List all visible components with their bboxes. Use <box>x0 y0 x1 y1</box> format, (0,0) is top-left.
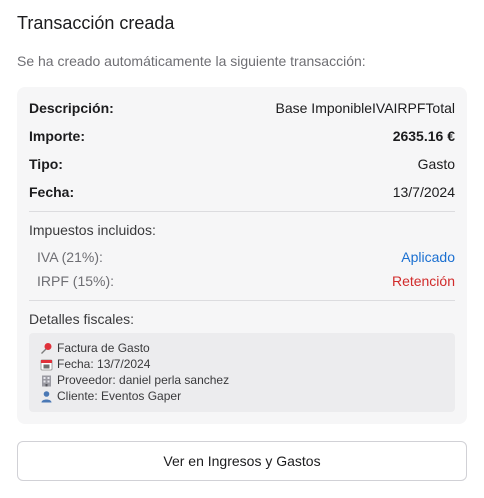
type-value: Gasto <box>417 156 455 172</box>
fiscal-line-text: Cliente: Eventos Gaper <box>57 389 182 403</box>
tax-name: IVA (21%): <box>37 249 103 265</box>
fiscal-details-box: Factura de Gasto Fecha: 13/7/2024 Provee… <box>29 333 455 412</box>
type-row: Tipo: Gasto <box>29 154 455 174</box>
person-icon <box>39 389 53 403</box>
tax-row-irpf: IRPF (15%): Retención <box>37 271 455 291</box>
description-row: Descripción: Base ImponibleIVAIRPFTotal <box>29 98 455 118</box>
tax-name: IRPF (15%): <box>37 273 115 289</box>
fiscal-heading: Detalles fiscales: <box>29 311 135 327</box>
transaction-details-card: Descripción: Base ImponibleIVAIRPFTotal … <box>17 87 467 424</box>
dialog-title: Transacción creada <box>17 13 175 33</box>
date-label: Fecha: <box>29 184 75 200</box>
tax-row-iva: IVA (21%): Aplicado <box>37 247 455 267</box>
pushpin-icon <box>39 341 53 355</box>
description-label: Descripción: <box>29 100 114 116</box>
fiscal-line-client: Cliente: Eventos Gaper <box>39 388 455 404</box>
fiscal-line-text: Fecha: 13/7/2024 <box>57 357 151 371</box>
date-row: Fecha: 13/7/2024 <box>29 182 455 202</box>
fiscal-line-invoice: Factura de Gasto <box>39 340 455 356</box>
taxes-heading: Impuestos incluidos: <box>29 222 156 238</box>
amount-label: Importe: <box>29 128 85 144</box>
date-value: 13/7/2024 <box>392 184 455 200</box>
tax-status-applied: Aplicado <box>401 249 455 265</box>
divider <box>29 211 455 212</box>
amount-row: Importe: 2635.16 € <box>29 126 455 146</box>
dialog-subtitle: Se ha creado automáticamente la siguient… <box>17 53 366 69</box>
description-value: Base ImponibleIVAIRPFTotal <box>275 100 456 116</box>
amount-value: 2635.16 € <box>392 128 455 144</box>
fiscal-line-date: Fecha: 13/7/2024 <box>39 356 455 372</box>
fiscal-line-text: Factura de Gasto <box>57 341 150 355</box>
fiscal-line-text: Proveedor: daniel perla sanchez <box>57 373 230 387</box>
transaction-created-dialog: Transacción creada Se ha creado automáti… <box>0 0 484 498</box>
tax-status-retention: Retención <box>391 273 455 289</box>
calendar-icon <box>39 357 53 371</box>
office-building-icon <box>39 373 53 387</box>
divider <box>29 300 455 301</box>
type-label: Tipo: <box>29 156 63 172</box>
view-income-expenses-button[interactable]: Ver en Ingresos y Gastos <box>17 441 467 481</box>
fiscal-line-provider: Proveedor: daniel perla sanchez <box>39 372 455 388</box>
